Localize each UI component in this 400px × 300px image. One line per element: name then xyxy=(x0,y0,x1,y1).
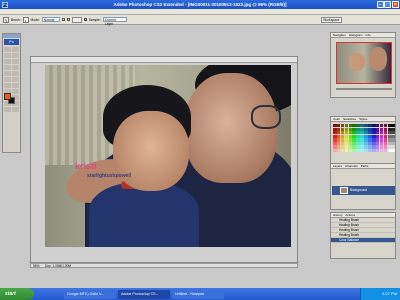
magic-wand-tool-icon[interactable] xyxy=(12,53,19,58)
history-panel: History Actions Healing Brush Healing Br… xyxy=(330,212,396,259)
photo-child-face xyxy=(113,111,189,191)
title-bar[interactable]: Ps Adobe Photoshop CS2 Extended - [IMG00… xyxy=(0,0,400,9)
window-controls: – □ × xyxy=(376,1,399,8)
toolbox-handle[interactable] xyxy=(3,34,20,38)
sample-label: Sample: xyxy=(88,17,101,22)
tab-styles[interactable]: Styles xyxy=(359,117,367,121)
tab-layers[interactable]: Layers xyxy=(333,164,342,168)
layers-panel-tabs: Layers Channels Paths xyxy=(331,164,395,169)
clone-stamp-tool-icon[interactable] xyxy=(4,71,11,76)
hand-tool-icon[interactable] xyxy=(4,107,11,112)
layers-panel: Layers Channels Paths Background xyxy=(330,163,396,210)
window-title: Adobe Photoshop CS2 Extended - [IMG00011… xyxy=(113,2,287,7)
close-button[interactable]: × xyxy=(392,1,399,8)
start-button[interactable]: start xyxy=(0,288,34,300)
navigator-panel-tabs: Navigator Histogram Info xyxy=(331,33,395,38)
watermark-logo: kristi xyxy=(75,161,97,171)
taskbar-item-notepad[interactable]: Untitled - Notepad xyxy=(172,289,224,299)
tab-swatches[interactable]: Swatches xyxy=(343,117,356,121)
move-tool-icon[interactable] xyxy=(4,47,11,52)
sample-select[interactable]: Current Layer xyxy=(102,17,127,26)
tab-color[interactable]: Color xyxy=(333,117,340,121)
navigator-thumbnail[interactable] xyxy=(336,42,392,84)
history-brush-tool-icon[interactable] xyxy=(12,71,19,76)
dodge-tool-icon[interactable] xyxy=(12,83,19,88)
brush-picker-button[interactable]: • xyxy=(22,16,29,23)
layer-name: Background xyxy=(350,188,368,192)
photo-glasses xyxy=(251,105,281,129)
foreground-color-swatch[interactable] xyxy=(4,93,11,100)
navigator-panel: Navigator Histogram Info xyxy=(330,32,396,98)
eraser-tool-icon[interactable] xyxy=(4,77,11,82)
mode-select[interactable]: Normal xyxy=(41,17,60,22)
taskbar: start Google MFC) Gallo V... Adobe Photo… xyxy=(0,288,400,300)
tab-histogram[interactable]: Histogram xyxy=(349,33,363,37)
maximize-button[interactable]: □ xyxy=(384,1,392,8)
crop-tool-icon[interactable] xyxy=(4,59,11,64)
layer-row-background[interactable]: Background xyxy=(332,186,395,195)
canvas-photo[interactable]: kristi starlightushpowell xyxy=(45,65,291,247)
watermark-text: starlightushpowell xyxy=(87,173,132,179)
taskbar-item-photoshop[interactable]: Adobe Photoshop CS... xyxy=(118,289,170,299)
swatch-cell[interactable] xyxy=(391,149,395,153)
swatches-panel-tabs: Color Swatches Styles xyxy=(331,117,395,122)
sampled-radio[interactable] xyxy=(61,18,65,21)
slice-tool-icon[interactable] xyxy=(12,59,19,64)
tab-info[interactable]: Info xyxy=(366,33,371,37)
brush-tool-icon[interactable] xyxy=(12,65,19,70)
swatches-panel: Color Swatches Styles xyxy=(330,116,396,164)
type-tool-icon[interactable] xyxy=(12,89,19,94)
blur-tool-icon[interactable] xyxy=(4,83,11,88)
photoshop-window: Ps Adobe Photoshop CS2 Extended - [IMG00… xyxy=(0,0,400,288)
system-tray-clock[interactable]: 4:27 PM xyxy=(360,288,400,300)
lasso-tool-icon[interactable] xyxy=(4,53,11,58)
photo-child-shirt xyxy=(89,183,199,247)
minimize-button[interactable]: – xyxy=(376,1,384,8)
aligned-checkbox[interactable] xyxy=(83,18,87,21)
healing-brush-tool-icon[interactable] xyxy=(4,65,11,70)
options-right: Workspace xyxy=(320,16,400,23)
document-window: kristi starlightushpowell xyxy=(30,56,298,263)
zoom-tool-icon[interactable] xyxy=(12,107,19,112)
toolbox-logo-icon[interactable]: Ps xyxy=(4,39,19,45)
taskbar-item-browser[interactable]: Google MFC) Gallo V... xyxy=(64,289,116,299)
tool-preset-icon[interactable]: ✎ xyxy=(3,16,9,23)
tab-paths[interactable]: Paths xyxy=(361,164,369,168)
pattern-radio[interactable] xyxy=(66,18,70,21)
pattern-picker-button[interactable] xyxy=(71,16,82,23)
tab-actions[interactable]: Actions xyxy=(345,213,355,217)
brush-label: Brush: xyxy=(11,17,21,22)
document-title-bar[interactable] xyxy=(31,57,297,63)
layer-thumbnail xyxy=(340,187,348,194)
doc-size: Doc: 1.00M/1.00M xyxy=(45,264,72,268)
mode-label: Mode: xyxy=(30,17,40,22)
navigator-zoom-slider[interactable] xyxy=(336,88,392,90)
options-bar: ✎ Brush: • Mode: Normal Sample: Current … xyxy=(0,15,400,26)
swatch-grid[interactable] xyxy=(333,124,395,153)
zoom-level[interactable]: 96% xyxy=(33,264,39,269)
tab-channels[interactable]: Channels xyxy=(345,164,358,168)
tab-navigator[interactable]: Navigator xyxy=(333,33,346,37)
marquee-tool-icon[interactable] xyxy=(12,47,19,52)
gradient-tool-icon[interactable] xyxy=(12,77,19,82)
workspace-button[interactable]: Workspace xyxy=(320,16,342,23)
thumb-child xyxy=(349,53,365,71)
thumb-woman xyxy=(369,47,387,71)
document-status-bar: 96% Doc: 1.00M/1.00M xyxy=(30,263,298,268)
tab-history[interactable]: History xyxy=(333,213,342,217)
history-item-selected[interactable]: Color Balance xyxy=(331,238,395,243)
